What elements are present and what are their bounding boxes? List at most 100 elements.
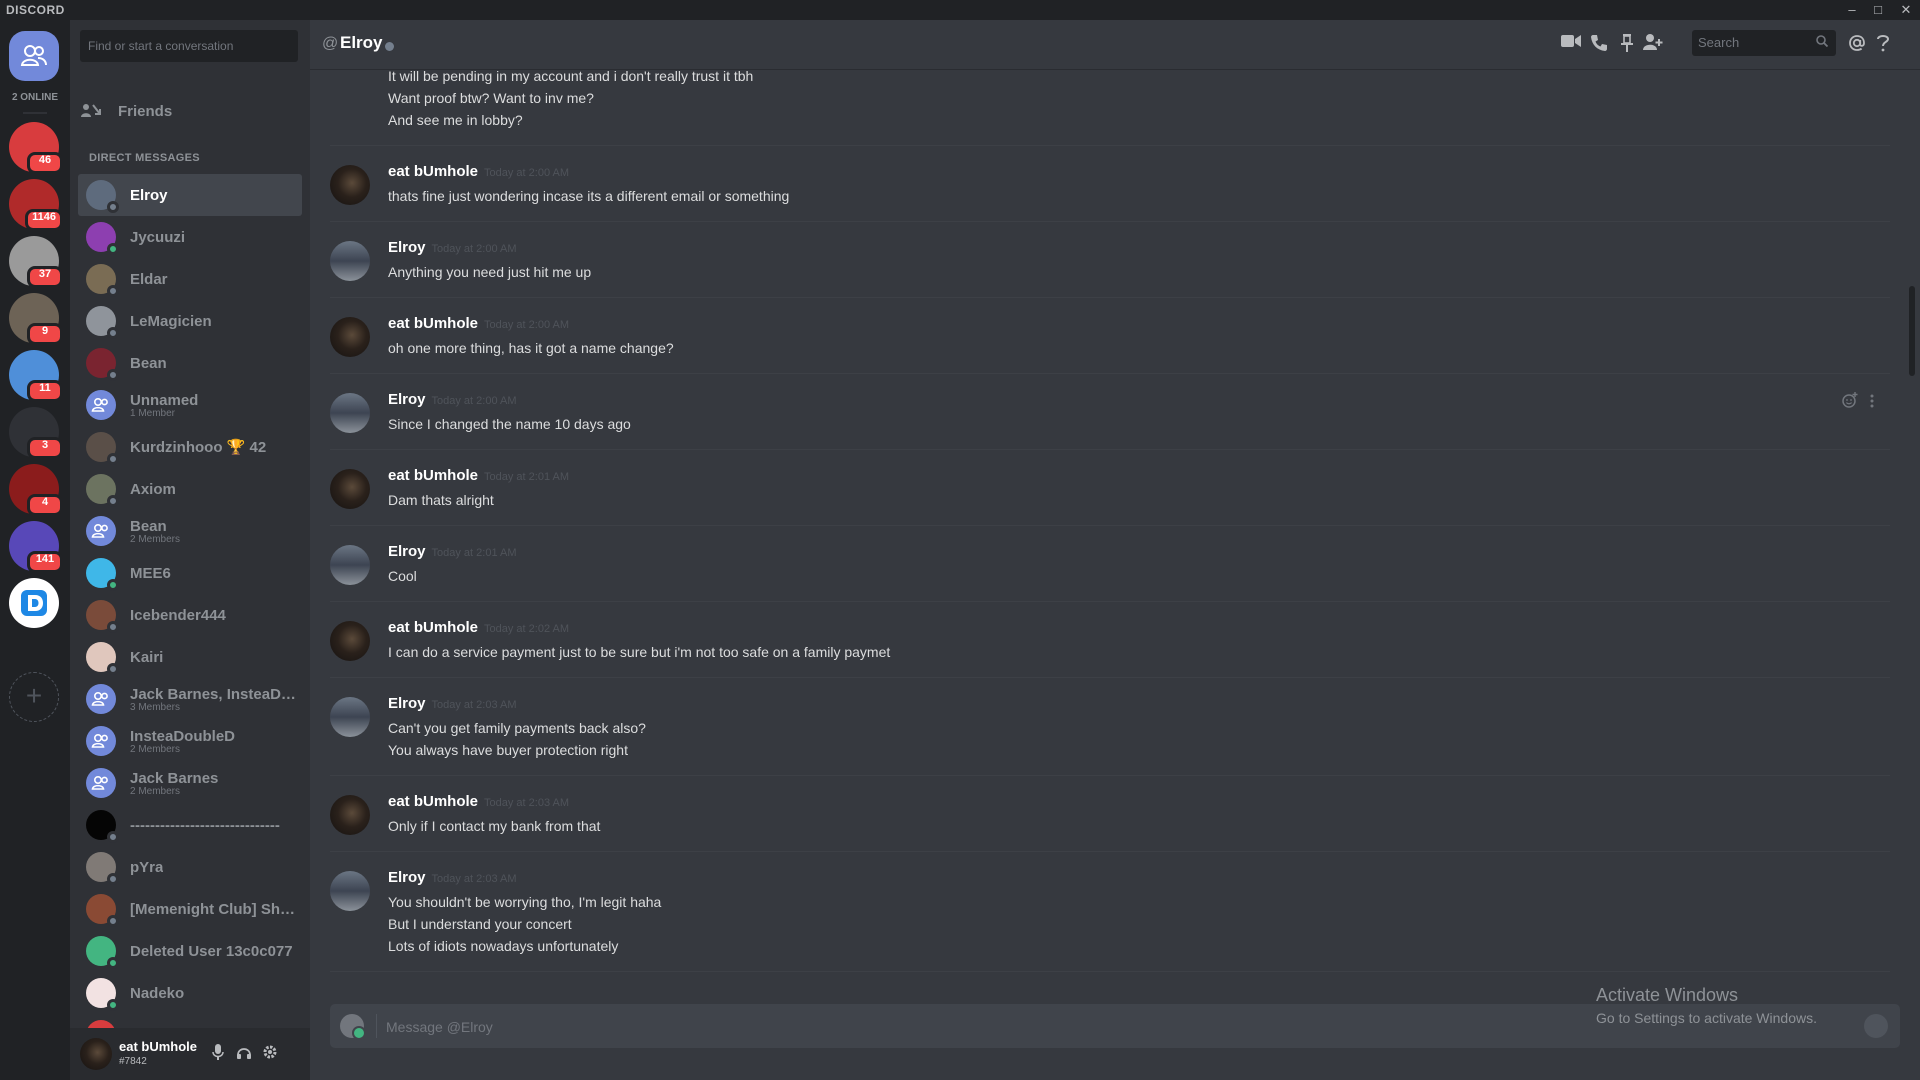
dm-item[interactable]: ------------------------------ (78, 804, 302, 846)
message-avatar[interactable] (330, 621, 370, 661)
server-icon[interactable]: 9 (9, 293, 63, 345)
microphone-icon[interactable] (208, 1044, 228, 1064)
message-body: It will be pending in my account and i d… (388, 70, 753, 131)
dm-item[interactable]: pYra (78, 846, 302, 888)
server-icon[interactable]: 4 (9, 464, 63, 516)
dm-sidebar: Find or start a conversation Friends DIR… (70, 20, 310, 1080)
presence-status-icon (107, 831, 119, 843)
message-avatar[interactable] (330, 697, 370, 737)
dm-text: Icebender444 (130, 607, 226, 624)
message-avatar[interactable] (330, 871, 370, 911)
minimize-button[interactable]: – (1840, 0, 1864, 20)
friends-nav-item[interactable]: Friends (80, 92, 300, 130)
more-options-icon[interactable] (1870, 394, 1874, 411)
dm-item[interactable]: Kairi (78, 636, 302, 678)
message-author[interactable]: Elroy Today at 2:03 AM (388, 869, 517, 886)
message-author[interactable]: Elroy Today at 2:00 AM (388, 239, 517, 256)
activate-windows-title: Activate Windows (1596, 985, 1739, 1005)
server-icon[interactable]: 1146 (9, 179, 63, 231)
server-icon[interactable]: 3 (9, 407, 63, 459)
dm-item[interactable]: Nadeko (78, 972, 302, 1014)
message-avatar[interactable] (330, 317, 370, 357)
home-button[interactable] (9, 31, 59, 81)
message-timestamp: Today at 2:00 AM (431, 395, 517, 407)
message-avatar[interactable] (330, 545, 370, 585)
emoji-icon[interactable] (1864, 1014, 1888, 1038)
dm-avatar (86, 558, 119, 591)
message-author[interactable]: eat bUmhole Today at 2:02 AM (388, 619, 569, 636)
message-body: Since I changed the name 10 days ago (388, 413, 631, 435)
dm-item[interactable]: [Memenight Club] Shai ... (78, 888, 302, 930)
dm-item[interactable]: InsteaDoubleD 2 Members (78, 720, 302, 762)
server-icon[interactable] (9, 578, 59, 628)
settings-gear-icon[interactable] (260, 1044, 280, 1064)
dm-name: Kairi (130, 648, 164, 666)
user-avatar[interactable] (80, 1038, 112, 1070)
server-icon[interactable]: 11 (9, 350, 63, 402)
author-name: Elroy (388, 543, 426, 560)
dm-item[interactable]: Bean 2 Members (78, 510, 302, 552)
message-timestamp: Today at 2:00 AM (484, 319, 570, 331)
voice-call-icon[interactable] (1588, 34, 1610, 56)
message-divider (330, 971, 1890, 972)
presence-status-icon (107, 957, 119, 969)
dm-item[interactable]: Bean (78, 342, 302, 384)
dm-item[interactable]: Elroy (78, 174, 302, 216)
dm-item[interactable]: Jack Barnes 2 Members (78, 762, 302, 804)
direct-messages-header: DIRECT MESSAGES (89, 152, 200, 164)
message-avatar[interactable] (330, 469, 370, 509)
message-author[interactable]: Elroy Today at 2:03 AM (388, 695, 517, 712)
add-friend-icon[interactable] (1642, 34, 1664, 56)
dm-item[interactable]: Jycuuzi (78, 216, 302, 258)
help-icon[interactable] (1872, 34, 1894, 56)
message-divider (330, 677, 1890, 678)
mentions-icon[interactable] (1846, 34, 1868, 56)
dm-item[interactable]: Axiom (78, 468, 302, 510)
scroll-thumb[interactable] (1909, 286, 1915, 376)
search-input[interactable]: Search (1692, 30, 1836, 56)
pin-icon[interactable] (1616, 34, 1638, 56)
dm-avatar (86, 306, 119, 339)
status-indicator (385, 42, 394, 51)
message-list: It will be pending in my account and i d… (310, 70, 1902, 1006)
dm-item[interactable]: Jack Barnes, InsteaDoub...3 Members (78, 678, 302, 720)
close-window-button[interactable]: ✕ (1894, 0, 1918, 20)
maximize-button[interactable]: □ (1866, 0, 1890, 20)
dm-item[interactable]: MEE6 (78, 552, 302, 594)
dm-item[interactable]: Icebender444 (78, 594, 302, 636)
dm-text: Elroy (130, 187, 168, 204)
server-icon[interactable]: 141 (9, 521, 63, 573)
message-body: Can't you get family payments back also?… (388, 717, 646, 761)
message-author[interactable]: eat bUmhole Today at 2:01 AM (388, 467, 569, 484)
dm-item[interactable]: Unnamed 1 Member (78, 384, 302, 426)
upload-button[interactable] (340, 1014, 366, 1040)
dm-member-count: 2 Members (130, 743, 181, 755)
message-avatar[interactable] (330, 165, 370, 205)
message-author[interactable]: Elroy Today at 2:01 AM (388, 543, 517, 560)
message-avatar[interactable] (330, 241, 370, 281)
server-icon[interactable]: 37 (9, 236, 63, 288)
dm-avatar (86, 432, 119, 465)
dm-name: Icebender444 (130, 606, 226, 624)
dm-text: Kairi (130, 649, 163, 666)
message-author[interactable]: eat bUmhole Today at 2:03 AM (388, 793, 569, 810)
message-author[interactable]: Elroy Today at 2:00 AM (388, 391, 517, 408)
find-conversation-input[interactable]: Find or start a conversation (80, 30, 298, 62)
friends-label: Friends (118, 102, 173, 120)
message-author[interactable]: eat bUmhole Today at 2:00 AM (388, 315, 569, 332)
video-call-icon[interactable] (1560, 34, 1582, 56)
message-avatar[interactable] (330, 795, 370, 835)
headphones-icon[interactable] (234, 1044, 254, 1064)
add-server-button[interactable]: + (9, 672, 59, 722)
dm-item[interactable]: Deleted User 13c0c077 (78, 930, 302, 972)
message-avatar[interactable] (330, 393, 370, 433)
dm-item[interactable]: LeMagicien (78, 300, 302, 342)
dm-item[interactable]: Eldar (78, 258, 302, 300)
message-author[interactable]: eat bUmhole Today at 2:00 AM (388, 163, 569, 180)
server-icon[interactable]: 46 (9, 122, 63, 174)
dm-item[interactable]: Kurdzinhooo 🏆 42 (78, 426, 302, 468)
add-reaction-icon[interactable] (1842, 392, 1862, 411)
message-scrollbar[interactable] (1908, 70, 1916, 1006)
dm-text: MEE6 (130, 565, 171, 582)
message-divider (330, 373, 1890, 374)
